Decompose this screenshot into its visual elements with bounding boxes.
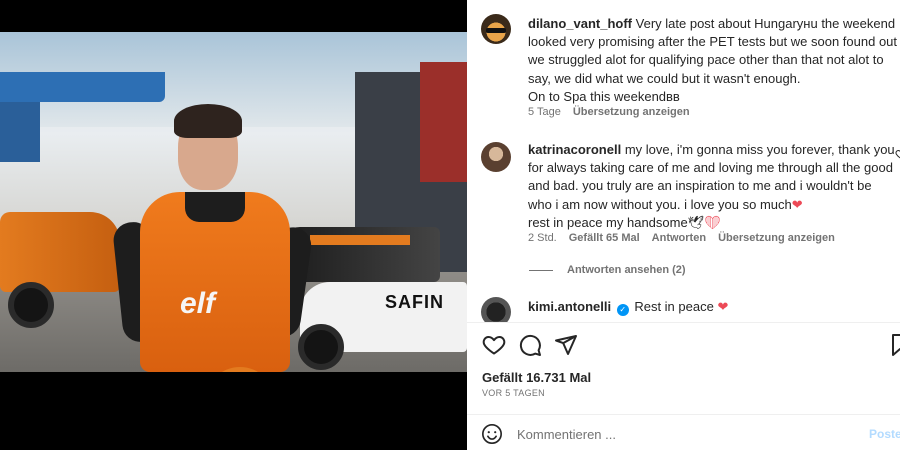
add-comment-bar: Posten bbox=[467, 414, 900, 450]
post-photo: SAFIN elf bbox=[0, 32, 467, 372]
view-replies-button[interactable]: Antworten ansehen (2) bbox=[529, 264, 686, 276]
photo-tent-pole bbox=[0, 102, 40, 162]
photo-suit-logo: elf bbox=[180, 287, 216, 320]
caption-meta: 5 Tage Übersetzung anzeigen bbox=[528, 106, 690, 118]
photo-garage-banner bbox=[420, 62, 467, 182]
view-replies-label: Antworten ansehen (2) bbox=[567, 264, 686, 276]
photo-wheel bbox=[8, 282, 54, 328]
dove-emoji-icon: 🕊 bbox=[687, 214, 705, 230]
photo-car-stripe bbox=[310, 235, 410, 245]
photo-driver-suit: elf bbox=[140, 192, 290, 372]
heart-icon bbox=[482, 336, 506, 355]
post-actions-bar bbox=[467, 322, 900, 362]
replies-divider bbox=[529, 269, 553, 271]
post-media[interactable]: SAFIN elf bbox=[0, 0, 467, 450]
bookmark-icon bbox=[892, 334, 900, 356]
comment-time[interactable]: 2 Std. bbox=[528, 232, 557, 244]
emoji-button[interactable] bbox=[481, 423, 503, 445]
heart-emoji-icon: ❤ bbox=[704, 214, 721, 230]
author-avatar[interactable] bbox=[481, 14, 511, 44]
comment-username[interactable]: kimi.antonelli bbox=[528, 299, 611, 314]
heart-emoji-icon: ❤ bbox=[717, 299, 729, 314]
smiley-icon bbox=[482, 424, 502, 444]
comment-button[interactable] bbox=[517, 332, 543, 358]
comment-like-heart-icon[interactable] bbox=[895, 148, 900, 163]
caption-translate-link[interactable]: Übersetzung anzeigen bbox=[573, 106, 690, 118]
comment-item: katrinacoronell my love, i'm gonna miss … bbox=[528, 141, 898, 232]
likes-count[interactable]: Gefällt 16.731 Mal bbox=[482, 370, 591, 385]
comment-username[interactable]: katrinacoronell bbox=[528, 142, 621, 157]
commenter-avatar[interactable] bbox=[481, 297, 511, 322]
comment-input[interactable] bbox=[517, 423, 847, 445]
comment-icon bbox=[519, 334, 541, 356]
comment-item: kimi.antonelli ✓ Rest in peace ❤ bbox=[528, 298, 898, 316]
photo-orange-car bbox=[0, 212, 120, 292]
post-caption: dilano_vant_hoff Very late post about Hu… bbox=[528, 15, 898, 106]
heart-emoji-icon: ❤ bbox=[791, 196, 803, 212]
comment-likes[interactable]: Gefällt 65 Mal bbox=[569, 232, 640, 244]
comment-meta: 2 Std. Gefällt 65 Mal Antworten Übersetz… bbox=[528, 232, 835, 244]
comment-translate-link[interactable]: Übersetzung anzeigen bbox=[718, 232, 835, 244]
caption-text-line2: On to Spa this weekendвв bbox=[528, 88, 680, 104]
comment-text-end: rest in peace my handsome bbox=[528, 214, 688, 230]
photo-suit-collar bbox=[185, 192, 245, 222]
photo-wheel bbox=[298, 324, 344, 370]
comment-reply-button[interactable]: Antworten bbox=[652, 232, 706, 244]
photo-driver-hair bbox=[174, 104, 242, 138]
commenter-avatar[interactable] bbox=[481, 142, 511, 172]
photo-tent bbox=[0, 72, 165, 102]
comments-list[interactable]: dilano_vant_hoff Very late post about Hu… bbox=[467, 0, 900, 322]
share-button[interactable] bbox=[553, 332, 579, 358]
post-date: VOR 5 TAGEN bbox=[482, 388, 545, 398]
comments-panel: dilano_vant_hoff Very late post about Hu… bbox=[467, 0, 900, 450]
like-button[interactable] bbox=[481, 332, 507, 358]
post-comment-button[interactable]: Posten bbox=[869, 427, 900, 441]
caption-time[interactable]: 5 Tage bbox=[528, 106, 561, 118]
save-button[interactable] bbox=[887, 332, 900, 358]
send-icon bbox=[555, 335, 577, 355]
verified-badge-icon: ✓ bbox=[616, 304, 629, 316]
comment-text: Rest in peace bbox=[634, 299, 714, 314]
author-username[interactable]: dilano_vant_hoff bbox=[528, 16, 632, 31]
photo-car-label: SAFIN bbox=[385, 292, 444, 312]
